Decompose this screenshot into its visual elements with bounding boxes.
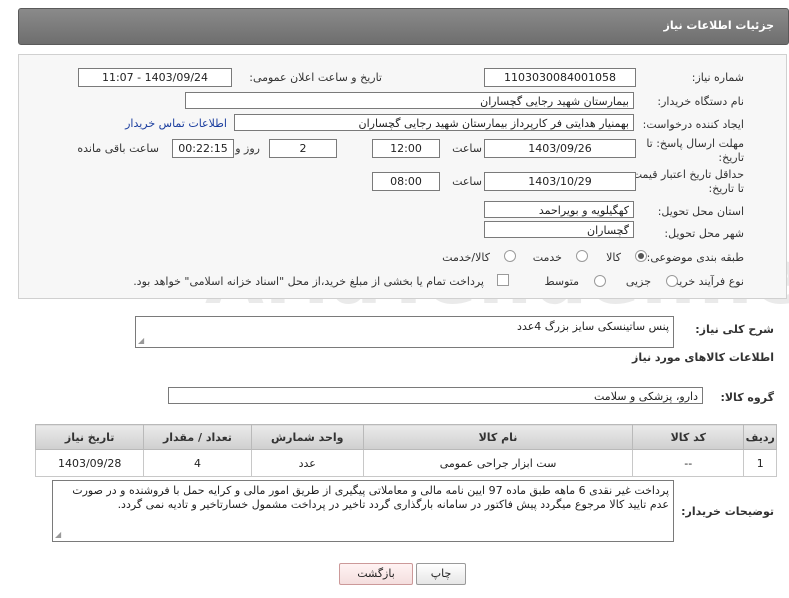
validity-time-field: 08:00 [372, 172, 440, 191]
buyer-org-label: نام دستگاه خریدار: [657, 95, 744, 108]
print-button[interactable]: چاپ [416, 563, 466, 585]
summary-textarea: پنس ساتینسکی سایز بزرگ 4عدد ◢ [135, 316, 674, 348]
category-goods-radio[interactable] [635, 250, 647, 262]
buyer-org-field: بیمارستان شهید رجایی گچساران [185, 92, 634, 109]
deadline-time-label: ساعت [452, 142, 482, 155]
cell-quantity: 4 [143, 449, 252, 477]
col-header-item-name: نام کالا [362, 424, 634, 450]
page-header: جزئیات اطلاعات نیاز [18, 8, 789, 45]
process-small-radio[interactable] [666, 275, 678, 287]
validity-date-field: 1403/10/29 [484, 172, 636, 191]
cell-item-name: ست ابزار جراحی عمومی [362, 449, 634, 477]
category-service-radio[interactable] [576, 250, 588, 262]
cell-row-number: 1 [743, 449, 777, 477]
buyer-contact-link[interactable]: اطلاعات تماس خریدار [125, 117, 227, 130]
col-header-quantity: تعداد / مقدار [143, 424, 252, 450]
back-button[interactable]: بازگشت [339, 563, 413, 585]
resize-handle-icon[interactable]: ◢ [55, 531, 61, 539]
buyer-notes-label: توضیحات خریدار: [681, 505, 774, 518]
category-label: طبقه بندی موضوعی: [646, 251, 744, 264]
treasury-bonds-note: پرداخت تمام یا بخشی از مبلغ خرید،از محل … [133, 275, 484, 288]
category-goods-label: کالا [606, 251, 621, 264]
remaining-time-label: ساعت باقی مانده [77, 142, 159, 155]
goods-group-label: گروه کالا: [720, 391, 774, 404]
table-row: 1 -- ست ابزار جراحی عمومی عدد 4 1403/09/… [34, 449, 777, 477]
deadline-time-field: 12:00 [372, 139, 440, 158]
remaining-time-field: 00:22:15 [172, 139, 234, 158]
col-header-row-number: ردیف [743, 424, 777, 450]
city-field: گچساران [484, 221, 634, 238]
col-header-need-date: تاریخ نیاز [34, 424, 145, 450]
remaining-days-field: 2 [269, 139, 337, 158]
summary-text: پنس ساتینسکی سایز بزرگ 4عدد [517, 320, 669, 333]
announce-datetime-label: تاریخ و ساعت اعلان عمومی: [249, 71, 382, 84]
category-service-label: خدمت [532, 251, 562, 264]
goods-group-field: دارو، پزشکی و سلامت [168, 387, 703, 404]
creator-label: ایجاد کننده درخواست: [642, 118, 744, 131]
category-goods-service-radio[interactable] [504, 250, 516, 262]
col-header-item-code: کد کالا [632, 424, 745, 450]
need-number-label: شماره نیاز: [691, 71, 744, 84]
min-validity-label: حداقل تاریخ اعتبار قیمت: تا تاریخ: [628, 168, 744, 195]
process-small-label: جزیی [625, 275, 651, 288]
cell-unit: عدد [250, 449, 364, 477]
treasury-bonds-checkbox[interactable] [497, 274, 509, 286]
province-field: کهگیلویه و بویراحمد [484, 201, 634, 218]
page-title: جزئیات اطلاعات نیاز [663, 19, 775, 32]
col-header-unit: واحد شمارش [250, 424, 364, 450]
validity-time-label: ساعت [452, 175, 482, 188]
summary-label: شرح کلی نیاز: [695, 323, 774, 336]
creator-field: بهمنیار هدایتی فر کارپرداز بیمارستان شهی… [234, 114, 634, 131]
deadline-date-field: 1403/09/26 [484, 139, 636, 158]
buyer-notes-textarea: پرداخت غیر نقدی 6 ماهه طبق ماده 97 ایین … [52, 480, 674, 542]
province-label: استان محل تحویل: [657, 205, 744, 218]
table-header-row: ردیف کد کالا نام کالا واحد شمارش تعداد /… [34, 424, 777, 450]
process-medium-radio[interactable] [594, 275, 606, 287]
cell-item-code: -- [632, 449, 745, 477]
goods-section-title: اطلاعات کالاهای مورد نیاز [632, 351, 774, 364]
items-table: ردیف کد کالا نام کالا واحد شمارش تعداد /… [34, 424, 777, 477]
need-number-field: 1103030084001058 [484, 68, 636, 87]
days-and-label: روز و [235, 142, 260, 155]
city-label: شهر محل تحویل: [664, 227, 744, 240]
category-goods-service-label: کالا/خدمت [442, 251, 490, 264]
process-medium-label: متوسط [544, 275, 579, 288]
cell-need-date: 1403/09/28 [34, 449, 145, 477]
resize-handle-icon[interactable]: ◢ [138, 337, 144, 345]
deadline-label: مهلت ارسال پاسخ: تا تاریخ: [646, 137, 744, 164]
buyer-notes-text: پرداخت غیر نقدی 6 ماهه طبق ماده 97 ایین … [72, 484, 669, 511]
announce-datetime-field: 1403/09/24 - 11:07 [78, 68, 232, 87]
